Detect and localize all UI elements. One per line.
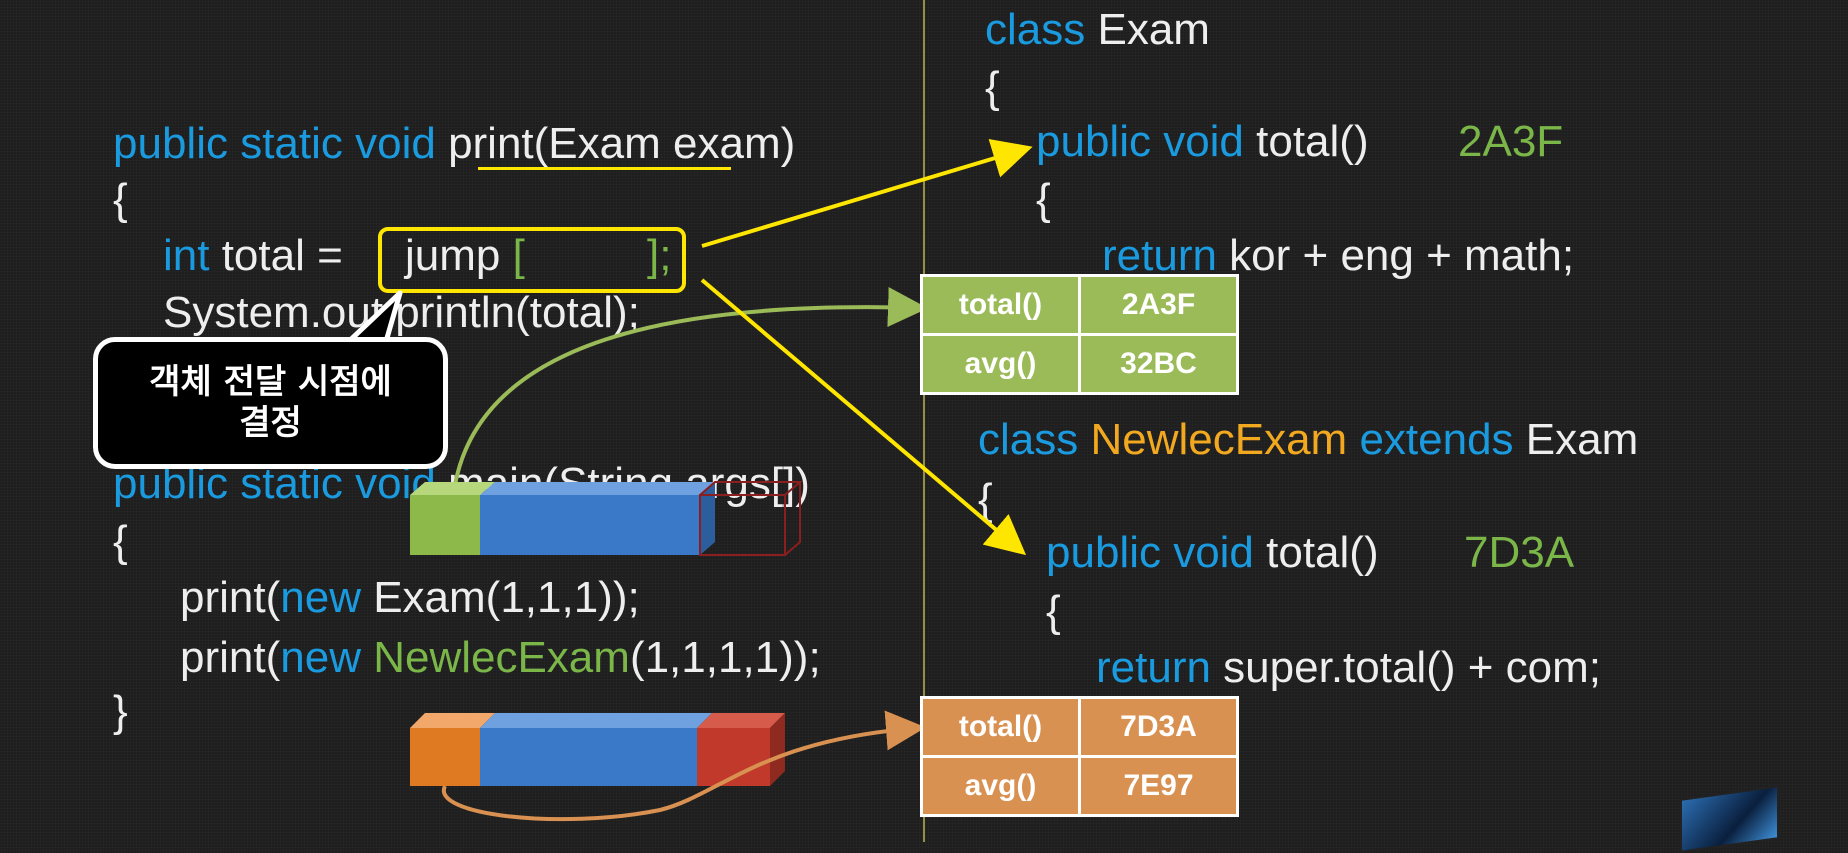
vtable-address: 7D3A xyxy=(1081,699,1236,755)
vtable-address: 2A3F xyxy=(1081,277,1236,333)
arrow-to-exam-total xyxy=(701,139,1033,248)
exam-vtable: total() 2A3F avg() 32BC xyxy=(920,274,1239,395)
vtable-row: avg() 7E97 xyxy=(923,758,1236,814)
vtable-row: total() 7D3A xyxy=(923,699,1236,755)
vtable-method: total() xyxy=(923,699,1078,755)
exam-object xyxy=(410,481,803,556)
newlec-vtable: total() 7D3A avg() 7E97 xyxy=(920,696,1239,817)
exam-vtable-arrow xyxy=(453,287,928,486)
vtable-method: total() xyxy=(923,277,1078,333)
vtable-row: total() 2A3F xyxy=(923,277,1236,333)
callout-note: 객체 전달 시점에 결정 xyxy=(93,337,448,469)
vtable-method: avg() xyxy=(923,758,1078,814)
newlec-object xyxy=(410,713,785,786)
vtable-address: 7E97 xyxy=(1081,758,1236,814)
vtable-address: 32BC xyxy=(1081,336,1236,392)
callout-line-2: 결정 xyxy=(239,403,302,443)
vtable-method: avg() xyxy=(923,336,1078,392)
callout-line-1: 객체 전달 시점에 xyxy=(149,362,392,403)
vtable-row: avg() 32BC xyxy=(923,336,1236,392)
